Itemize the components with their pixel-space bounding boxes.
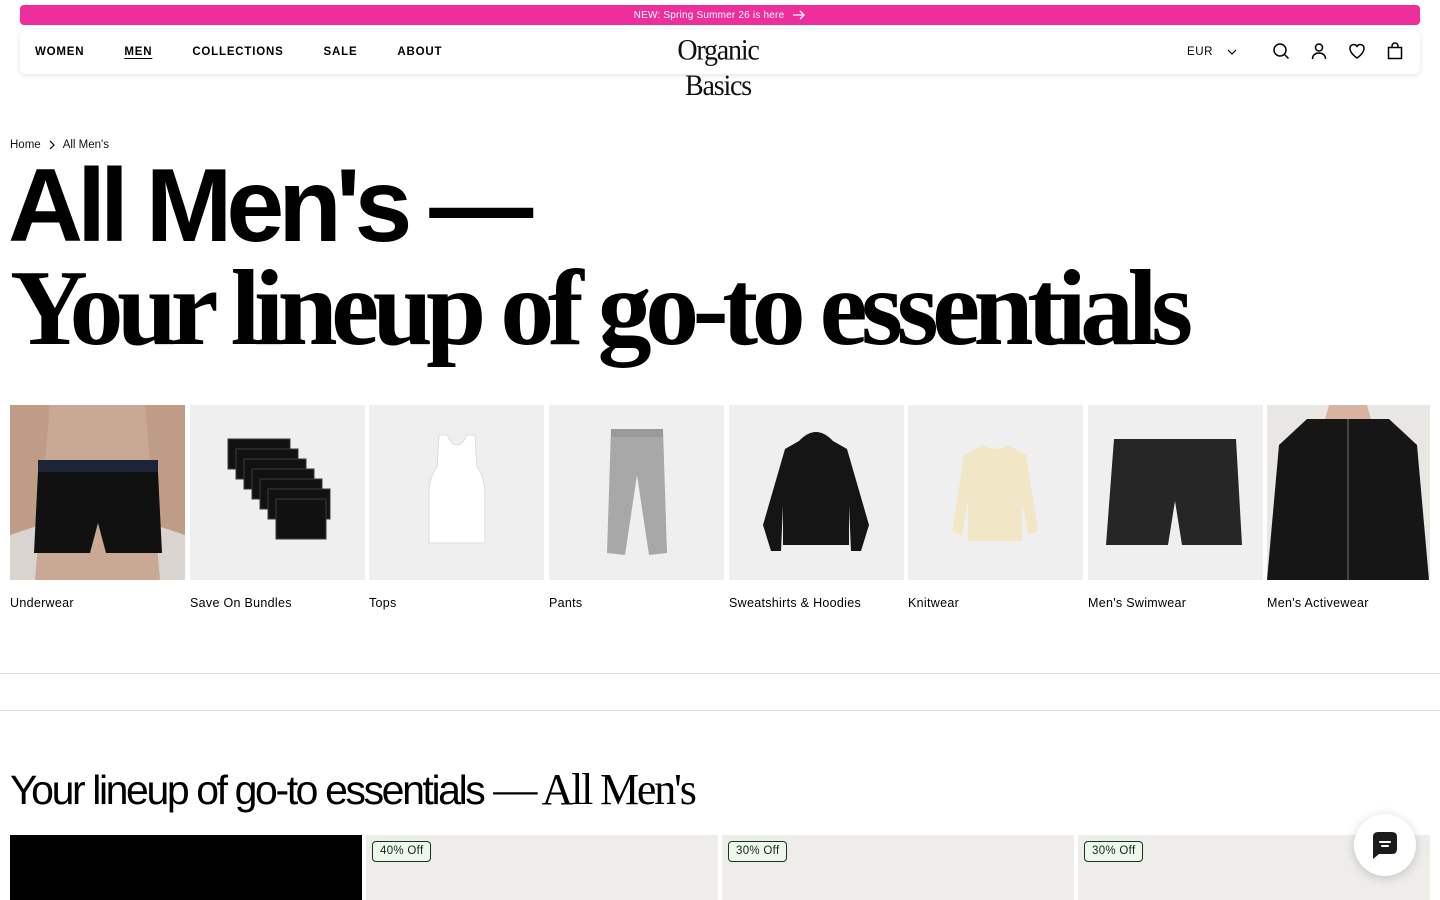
divider (0, 710, 1440, 711)
category-image (729, 405, 904, 580)
site-header: WOMEN MEN COLLECTIONS SALE ABOUT Organic… (20, 30, 1420, 102)
chat-bubble-icon (1373, 832, 1397, 859)
header-icons (1272, 42, 1404, 60)
nav-collections[interactable]: COLLECTIONS (192, 46, 283, 58)
discount-badge: 30% Off (728, 841, 788, 862)
currency-selector[interactable]: EUR (1187, 30, 1237, 74)
wishlist-heart-icon[interactable] (1348, 42, 1366, 60)
currency-value: EUR (1187, 46, 1214, 58)
category-tile-pants[interactable]: Pants (549, 405, 724, 610)
category-image (10, 405, 185, 580)
category-image (1088, 405, 1263, 580)
chevron-down-icon (1227, 49, 1237, 55)
nav-about[interactable]: ABOUT (397, 46, 442, 58)
announcement-bar[interactable]: NEW: Spring Summer 26 is here (20, 5, 1420, 25)
nav-sale[interactable]: SALE (324, 46, 358, 58)
search-icon[interactable] (1272, 42, 1290, 60)
page-subtitle: Your lineup of go-to essentials (10, 249, 1193, 368)
arrow-right-icon (793, 10, 806, 20)
category-tile-knitwear[interactable]: Knitwear (908, 405, 1083, 610)
announcement-text: NEW: Spring Summer 26 is here (633, 9, 785, 21)
category-tile-mens-activewear[interactable]: Men's Activewear (1267, 405, 1430, 610)
category-label: Sweatshirts & Hoodies (729, 596, 862, 610)
category-carousel: Underwear Save On Bundles Tops Pants Swe… (10, 405, 1430, 625)
section-heading-main: Your lineup of go-to essentials (10, 767, 486, 813)
category-image (369, 405, 544, 580)
category-label: Save On Bundles (190, 596, 292, 610)
cart-bag-icon[interactable] (1386, 42, 1404, 60)
category-label: Tops (369, 596, 397, 610)
section-heading-sub: — All Men's (493, 765, 697, 814)
category-tile-sweatshirts-hoodies[interactable]: Sweatshirts & Hoodies (729, 405, 904, 610)
category-image (908, 405, 1083, 580)
account-icon[interactable] (1310, 42, 1328, 60)
category-tile-underwear[interactable]: Underwear (10, 405, 185, 610)
brand-logo[interactable]: Organic Basics (648, 33, 788, 102)
main-nav: WOMEN MEN COLLECTIONS SALE ABOUT (35, 30, 482, 74)
category-tile-bundles[interactable]: Save On Bundles (190, 405, 365, 610)
category-image (190, 405, 365, 580)
nav-women[interactable]: WOMEN (35, 46, 84, 58)
discount-badge: 40% Off (372, 841, 432, 862)
category-image (549, 405, 724, 580)
category-label: Men's Activewear (1267, 596, 1369, 610)
product-card[interactable]: 40% Off (366, 835, 718, 900)
product-card[interactable]: 30% Off (722, 835, 1074, 900)
category-tile-tops[interactable]: Tops (369, 405, 544, 610)
category-label: Underwear (10, 596, 74, 610)
category-label: Knitwear (908, 596, 960, 610)
page-title: All Men's — (8, 148, 533, 264)
category-label: Pants (549, 596, 583, 610)
category-label: Men's Swimwear (1088, 596, 1187, 610)
section-heading: Your lineup of go-to essentials — All Me… (10, 764, 697, 815)
category-image (1267, 405, 1430, 580)
discount-badge: 30% Off (1084, 841, 1144, 862)
chat-button[interactable] (1354, 814, 1416, 876)
category-tile-mens-swimwear[interactable]: Men's Swimwear (1088, 405, 1263, 610)
product-card[interactable] (10, 835, 362, 900)
nav-men[interactable]: MEN (124, 46, 152, 58)
divider (0, 673, 1440, 674)
